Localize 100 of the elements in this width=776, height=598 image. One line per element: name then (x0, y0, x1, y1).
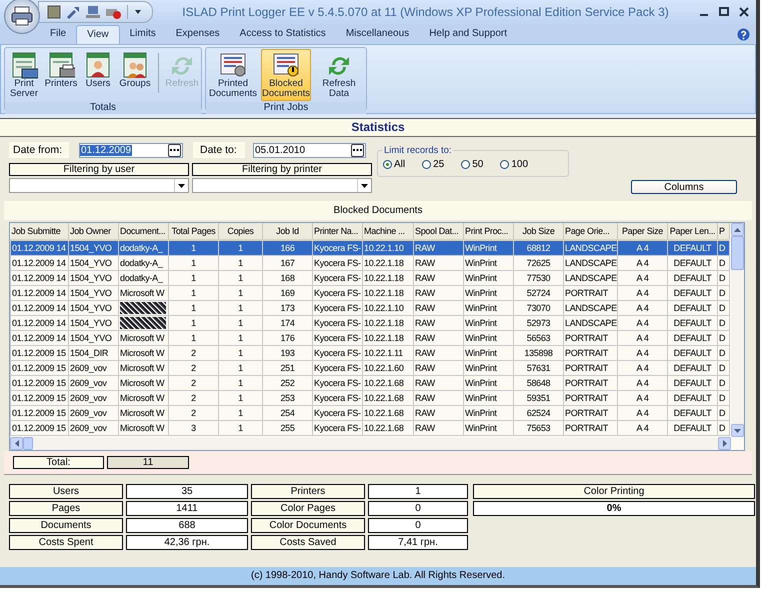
table-cell: Kyocera FS- (314, 378, 361, 388)
table-cell: 1 (191, 333, 196, 343)
dropdown-icon[interactable] (134, 8, 142, 16)
table-cell: Microsoft W (120, 393, 164, 403)
column-header[interactable]: P (718, 223, 730, 240)
column-header[interactable]: Paper Size (618, 223, 668, 240)
table-cell: RAW (415, 288, 435, 298)
table-cell: DEFAULT (674, 378, 712, 388)
blocked-document-icon (272, 51, 300, 79)
ribbon-tab[interactable]: File (40, 25, 76, 44)
tools-icon[interactable] (65, 5, 81, 19)
ribbon-button[interactable]: Printed Documents (208, 49, 258, 101)
table-cell: 252 (280, 378, 295, 388)
scroll-thumb[interactable] (731, 236, 744, 270)
scroll-up-button[interactable] (731, 223, 744, 236)
table-cell: A 4 (636, 273, 649, 283)
maximize-icon[interactable] (718, 6, 730, 18)
ribbon-tab[interactable]: Access to Statistics (230, 25, 336, 44)
scroll-right-button[interactable] (718, 437, 731, 450)
summary-value: 35 (126, 484, 248, 499)
ellipsis-button[interactable] (351, 144, 364, 156)
ribbon-button[interactable]: Groups (118, 49, 152, 91)
summary-value: 0% (473, 501, 755, 516)
summary-value: 688 (126, 518, 248, 533)
column-header[interactable]: Paper Len... (668, 223, 718, 240)
scroll-thumb[interactable] (23, 437, 33, 450)
ribbon-button[interactable]: Blocked Documents (261, 49, 311, 101)
ribbon-button[interactable]: Print Server (7, 49, 41, 101)
table-cell: 1 (238, 258, 243, 268)
table-cell: 2609_vov (70, 393, 107, 403)
table-cell: 2 (191, 348, 196, 358)
column-header[interactable]: Job Size (514, 223, 564, 240)
table-cell: 73070 (526, 303, 550, 313)
column-header[interactable]: Job Owner (68, 223, 118, 240)
table-cell: Kyocera FS- (314, 288, 361, 298)
table-cell: DEFAULT (674, 333, 712, 343)
table-cell: 1 (191, 303, 196, 313)
ribbon-tab[interactable]: Miscellaneous (336, 25, 420, 44)
ellipsis-button[interactable] (168, 144, 181, 156)
close-icon[interactable] (738, 6, 750, 18)
column-header[interactable]: Job Submitte (10, 223, 68, 240)
column-header[interactable]: Page Orie... (564, 223, 618, 240)
ribbon-tab[interactable]: View (76, 25, 120, 44)
ellipsis-icon (170, 148, 179, 152)
summary-label: Pages (9, 501, 123, 516)
filter-label: Filtering by printer (192, 163, 372, 176)
help-icon[interactable] (737, 28, 750, 41)
scroll-left-button[interactable] (10, 437, 23, 450)
table-cell: PORTRAIT (565, 423, 608, 433)
column-header[interactable]: Machine ... (362, 223, 414, 240)
table-cell: PORTRAIT (565, 393, 608, 403)
printer-icon (47, 51, 75, 79)
table-cell: 58648 (526, 378, 550, 388)
table-cell: WinPrint (465, 243, 497, 253)
ribbon-tab[interactable]: Expenses (166, 25, 230, 44)
summary-value: 0 (368, 501, 468, 516)
column-header[interactable]: Print Proc... (464, 223, 514, 240)
status-bar: (c) 1998-2010, Handy Software Lab. All Rights Reserved. (0, 567, 756, 585)
table-cell: 01.12.2009 14 (12, 318, 66, 328)
table-cell: A 4 (636, 243, 649, 253)
radio-option[interactable]: 100 (500, 159, 528, 170)
ribbon-tab[interactable]: Limits (120, 25, 166, 44)
ribbon-button[interactable]: Refresh Data (314, 49, 364, 101)
column-header[interactable]: Total Pages (168, 223, 218, 240)
column-header[interactable]: Spool Dat... (414, 223, 464, 240)
column-header[interactable]: Printer Na... (312, 223, 362, 240)
radio-option[interactable]: 25 (422, 159, 444, 170)
table-cell: Microsoft W (120, 288, 164, 298)
printer-icon (11, 6, 33, 26)
table-cell: DEFAULT (674, 423, 712, 433)
ribbon-button[interactable]: Printers (44, 49, 78, 91)
table-cell: DEFAULT (674, 258, 712, 268)
date-field[interactable]: 05.01.2010 (253, 142, 366, 158)
table-cell: Kyocera FS- (314, 318, 361, 328)
ribbon-tab[interactable]: Help and Support (419, 25, 518, 44)
table-cell: DEFAULT (674, 318, 712, 328)
radio-option[interactable]: 50 (461, 159, 484, 170)
table-cell: 253 (280, 393, 295, 403)
save-icon[interactable] (47, 5, 61, 19)
printer-dropdown[interactable] (192, 178, 372, 193)
column-header[interactable]: Copies (218, 223, 262, 240)
vertical-scrollbar[interactable] (731, 223, 744, 437)
table-cell: 10.22.1.10 (364, 303, 404, 313)
table-cell: 176 (280, 333, 295, 343)
scroll-down-button[interactable] (731, 424, 744, 437)
column-header[interactable]: Job Id (262, 223, 312, 240)
radio-option[interactable]: All (383, 159, 406, 170)
table-cell: 01.12.2009 14 (12, 258, 66, 268)
table-cell: 1 (191, 243, 196, 253)
table-cell: 01.12.2009 14 (12, 333, 66, 343)
user-dropdown[interactable] (9, 178, 189, 193)
horizontal-scrollbar[interactable] (10, 437, 731, 450)
ribbon-button[interactable]: Users (81, 49, 115, 91)
date-field[interactable]: 01.12.2009 (79, 142, 183, 158)
table-cell: 10.22.1.11 (364, 348, 403, 358)
column-header[interactable]: Document... (118, 223, 168, 240)
table-cell: 01.12.2009 15 (12, 348, 66, 358)
table-cell: RAW (415, 258, 435, 268)
columns-button[interactable]: Columns (631, 180, 737, 194)
table-cell: Microsoft W (120, 363, 164, 373)
